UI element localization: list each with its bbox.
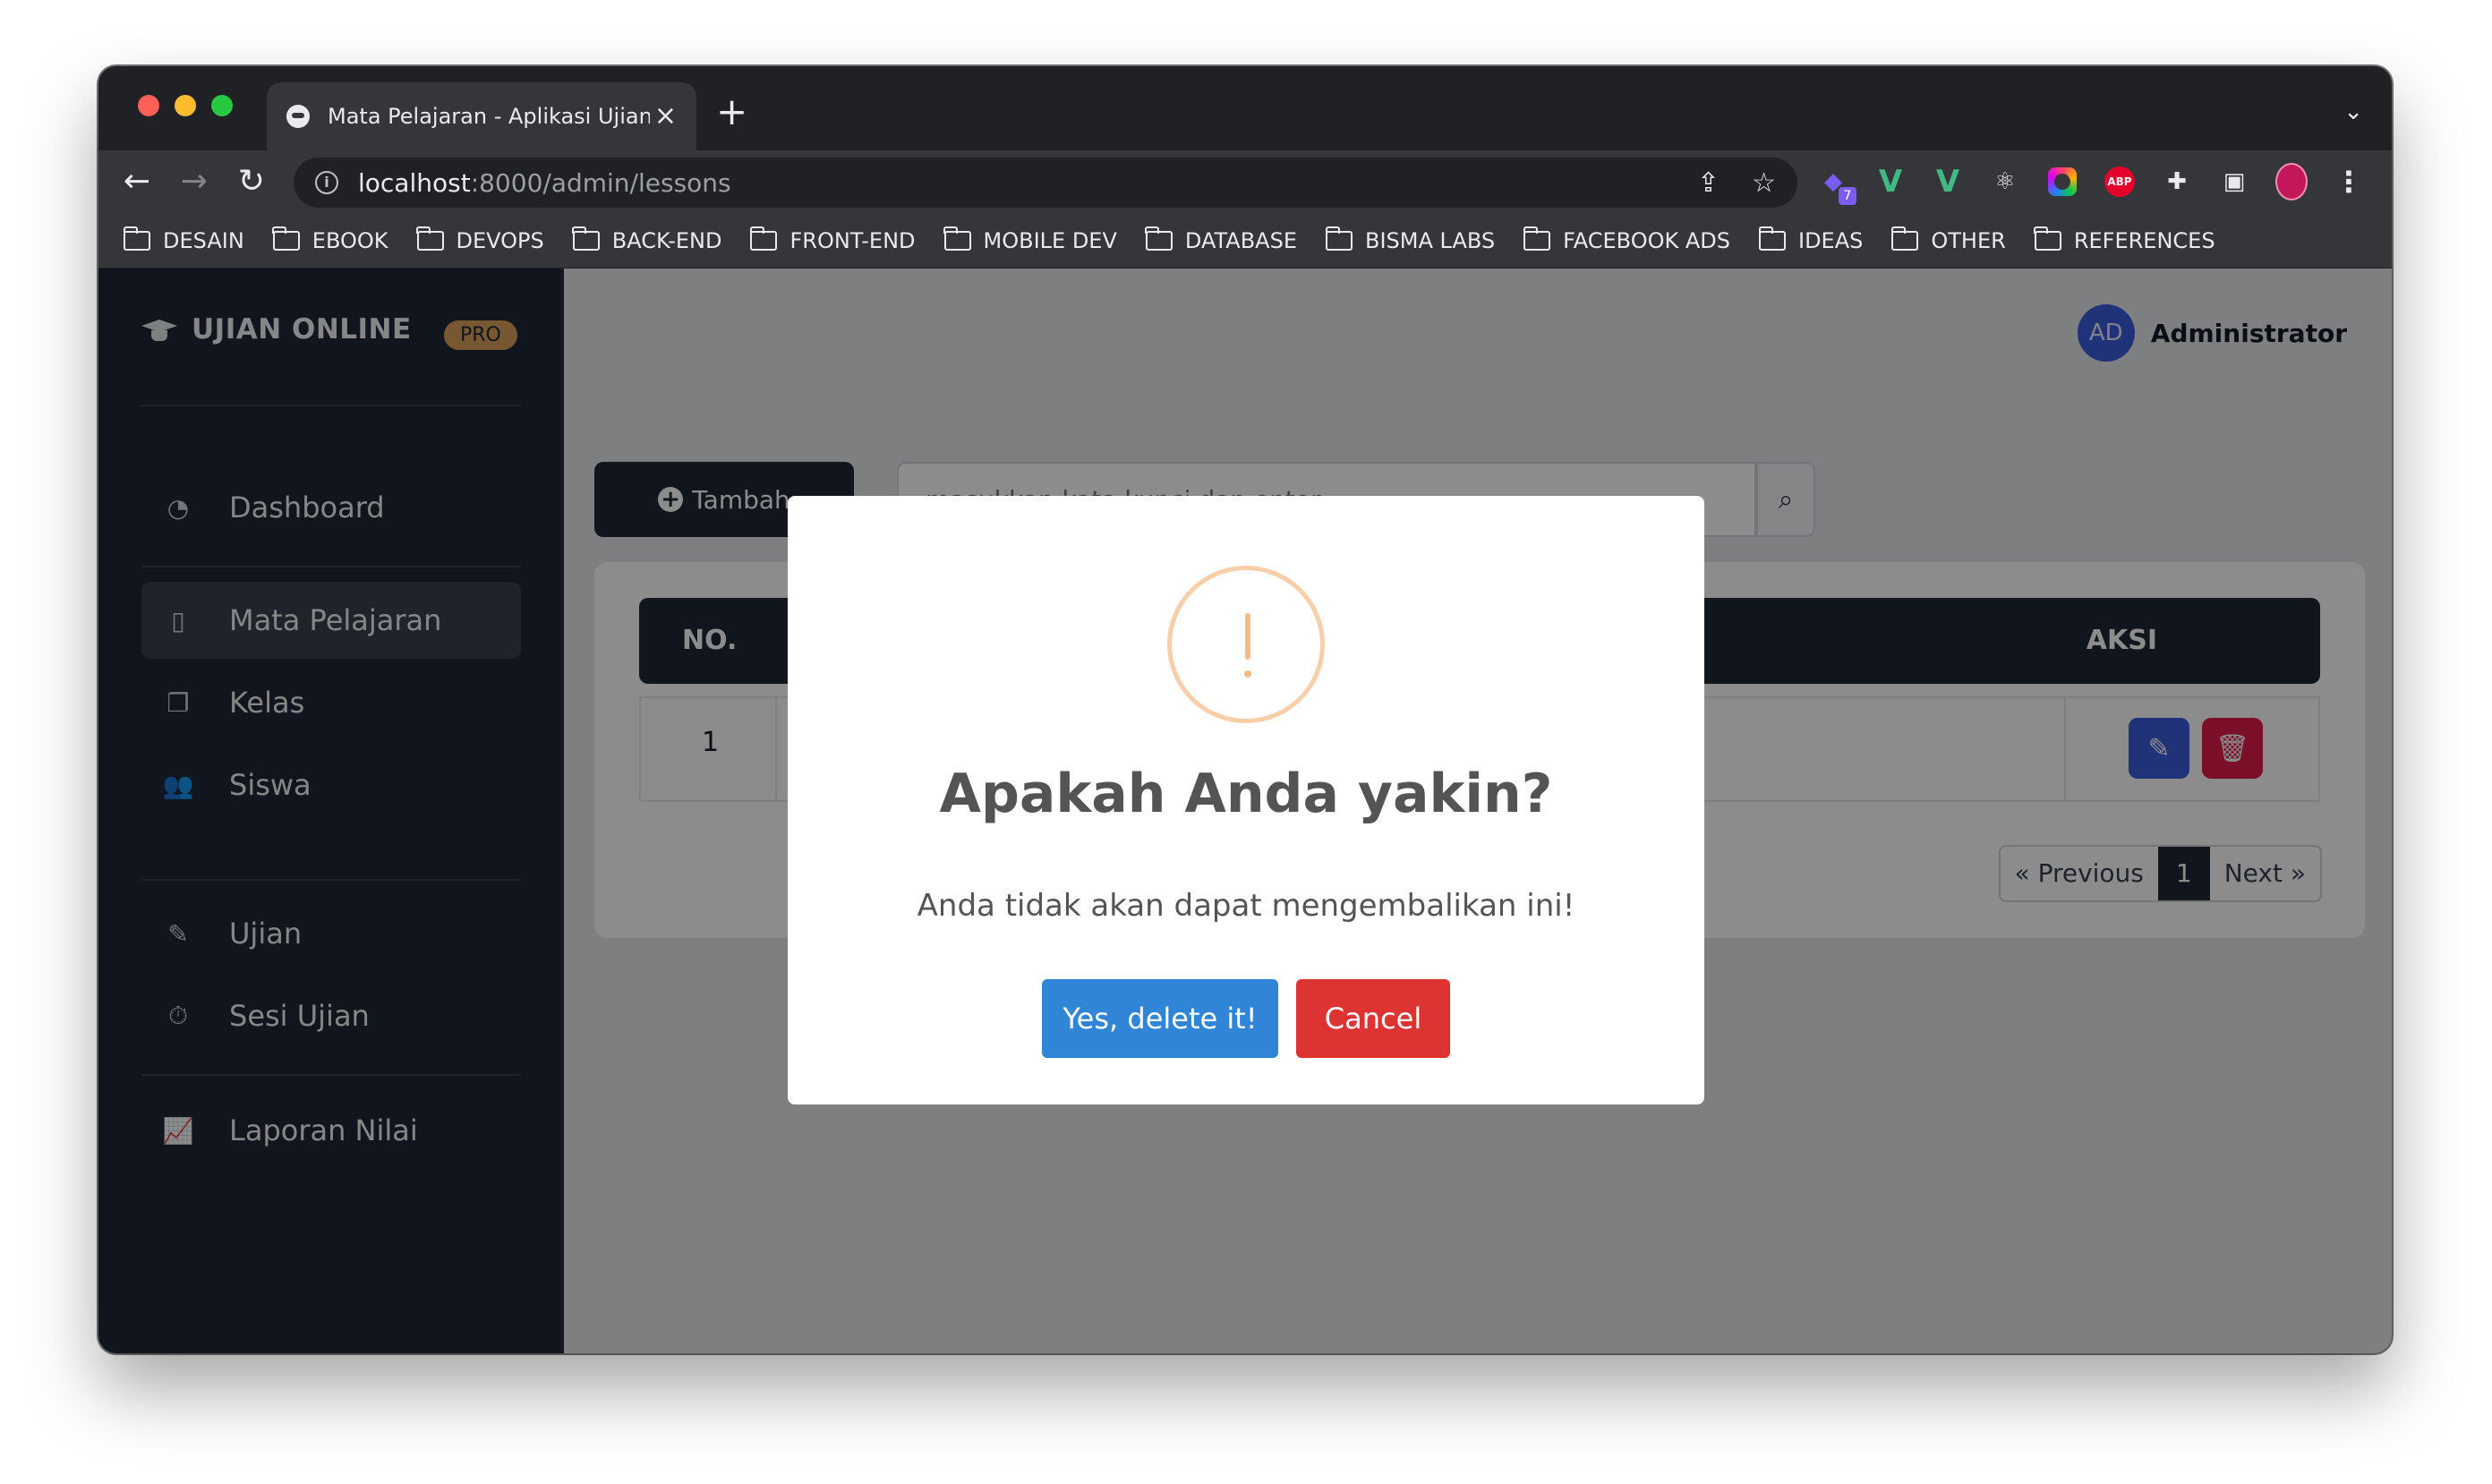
- bookmarks-bar: DESAIN EBOOK DEVOPS BACK-END FRONT-END M…: [98, 213, 2392, 269]
- new-tab-button[interactable]: +: [716, 93, 747, 131]
- bookmark-folder[interactable]: OTHER: [1890, 226, 2006, 253]
- bookmark-folder[interactable]: FRONT-END: [749, 226, 916, 253]
- bookmark-folder[interactable]: FACEBOOK ADS: [1523, 226, 1730, 253]
- tab-search-chevron-icon[interactable]: ⌄: [2343, 98, 2363, 125]
- url-host: localhost: [358, 167, 471, 198]
- color-picker-icon[interactable]: [2046, 166, 2078, 198]
- browser-tab[interactable]: Mata Pelajaran - Aplikasi Ujian Online ×: [267, 82, 696, 150]
- profile-avatar-icon[interactable]: [2275, 163, 2308, 200]
- reload-button[interactable]: ↻: [231, 161, 272, 202]
- vue-devtools-alt-icon[interactable]: V: [1932, 164, 1964, 200]
- folder-icon: [416, 226, 444, 251]
- maximize-window-button[interactable]: [211, 95, 233, 116]
- bookmark-folder[interactable]: BACK-END: [572, 226, 721, 253]
- browser-menu-icon[interactable]: ⋮: [2333, 165, 2365, 199]
- folder-icon: [272, 226, 300, 251]
- folder-icon: [1523, 226, 1551, 251]
- extensions-bar: ◆ 7 V V ⚛ ABP ✚ ▣ ⋮: [1817, 161, 2365, 205]
- folder-icon: [2034, 226, 2061, 251]
- tab-close-icon[interactable]: ×: [654, 103, 677, 130]
- extensions-puzzle-icon[interactable]: ✚: [2161, 166, 2193, 198]
- close-window-button[interactable]: [138, 95, 159, 116]
- folder-icon: [1145, 226, 1173, 251]
- bookmark-folder[interactable]: IDEAS: [1758, 226, 1863, 253]
- folder-icon: [1325, 226, 1353, 251]
- bookmark-folder[interactable]: REFERENCES: [2034, 226, 2215, 253]
- extension-stack-icon[interactable]: ◆ 7: [1817, 166, 1856, 205]
- minimize-window-button[interactable]: [175, 95, 196, 116]
- share-icon[interactable]: ⇪: [1697, 167, 1720, 199]
- folder-icon: [1758, 226, 1786, 251]
- browser-toolbar: ← → ↻ i localhost:8000/admin/lessons ⇪ ☆…: [98, 150, 2392, 213]
- folder-icon: [572, 226, 600, 251]
- bookmark-star-icon[interactable]: ☆: [1752, 167, 1776, 199]
- vue-devtools-icon[interactable]: V: [1874, 164, 1907, 200]
- favicon-icon: [286, 105, 310, 128]
- site-info-icon[interactable]: i: [315, 171, 338, 194]
- warning-icon: [1167, 566, 1325, 723]
- forward-button[interactable]: →: [174, 161, 215, 202]
- folder-icon: [943, 226, 971, 251]
- tab-strip: Mata Pelajaran - Aplikasi Ujian Online ×…: [98, 66, 2392, 150]
- react-devtools-icon[interactable]: ⚛: [1989, 166, 2021, 198]
- web-page: UJIAN ONLINE PRO ◔ Dashboard ▯ Mata Pela…: [98, 269, 2392, 1353]
- bookmark-folder[interactable]: DESAIN: [123, 226, 244, 253]
- adblock-icon[interactable]: ABP: [2104, 166, 2136, 198]
- bookmark-folder[interactable]: EBOOK: [272, 226, 388, 253]
- extension-badge: 7: [1839, 187, 1856, 205]
- tab-title: Mata Pelajaran - Aplikasi Ujian Online: [328, 104, 650, 129]
- confirm-dialog: Apakah Anda yakin? Anda tidak akan dapat…: [788, 496, 1704, 1104]
- bookmark-folder[interactable]: DEVOPS: [416, 226, 544, 253]
- folder-icon: [749, 226, 778, 251]
- bookmark-folder[interactable]: BISMA LABS: [1325, 226, 1495, 253]
- bookmark-folder[interactable]: MOBILE DEV: [943, 226, 1117, 253]
- cancel-button[interactable]: Cancel: [1296, 979, 1450, 1058]
- dialog-title: Apakah Anda yakin?: [939, 763, 1553, 825]
- dialog-message: Anda tidak akan dapat mengembalikan ini!: [917, 888, 1575, 924]
- side-panel-icon[interactable]: ▣: [2218, 166, 2250, 198]
- address-bar[interactable]: i localhost:8000/admin/lessons ⇪ ☆: [294, 158, 1797, 208]
- back-button[interactable]: ←: [116, 161, 158, 202]
- folder-icon: [1890, 226, 1919, 251]
- folder-icon: [123, 226, 150, 251]
- url-path: :8000/admin/lessons: [470, 167, 731, 198]
- confirm-delete-button[interactable]: Yes, delete it!: [1042, 979, 1278, 1058]
- bookmark-folder[interactable]: DATABASE: [1145, 226, 1297, 253]
- browser-window: Mata Pelajaran - Aplikasi Ujian Online ×…: [98, 66, 2392, 1353]
